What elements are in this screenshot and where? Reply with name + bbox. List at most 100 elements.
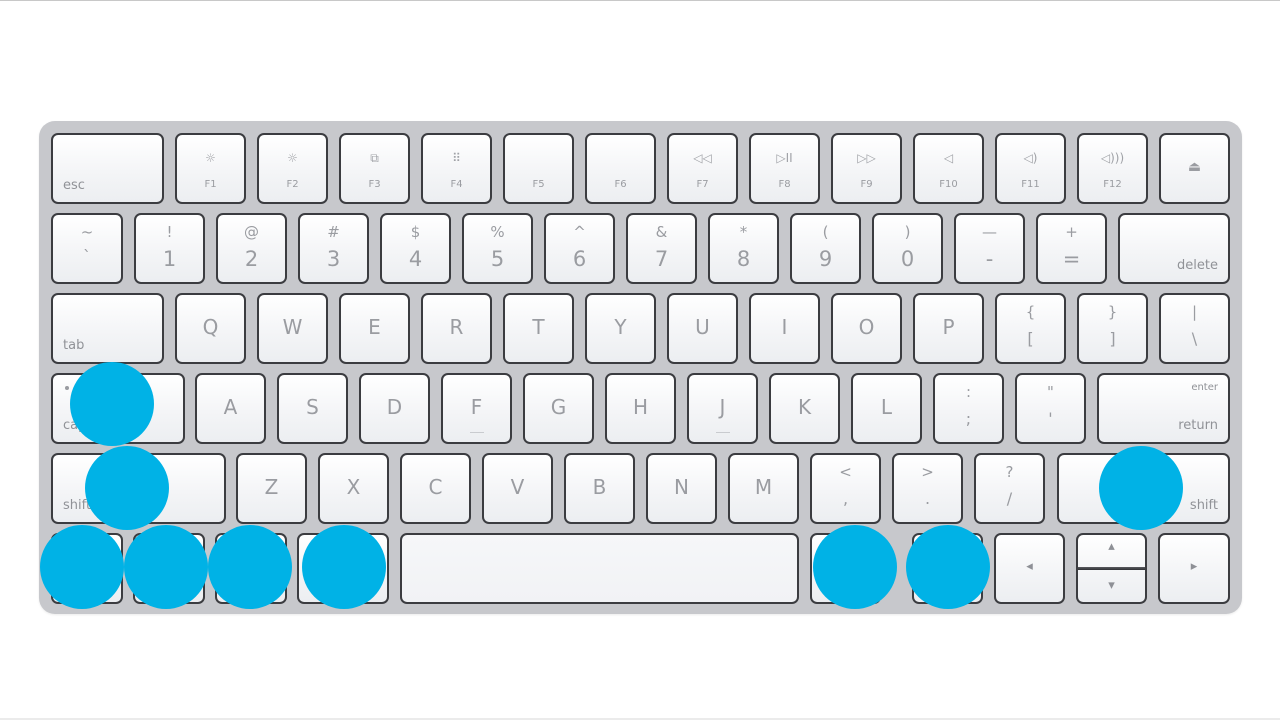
key-f6[interactable]: F6	[585, 133, 656, 204]
key-upper-label: #	[327, 223, 340, 241]
key-label: W	[282, 315, 303, 339]
key-label: Z	[264, 475, 279, 499]
key-a[interactable]: A	[195, 373, 266, 444]
key-v[interactable]: V	[482, 453, 553, 524]
key-d[interactable]: D	[359, 373, 430, 444]
key-quote[interactable]: " '	[1015, 373, 1086, 444]
key-label: return	[1178, 418, 1218, 433]
key-4[interactable]: $4	[380, 213, 451, 284]
key-label: K	[797, 395, 812, 419]
key-=[interactable]: + =	[1036, 213, 1107, 284]
key-6[interactable]: ^ 6	[544, 213, 615, 284]
key-f9[interactable]: ▷▷ F9	[831, 133, 902, 204]
key-semicolon[interactable]: : ;	[933, 373, 1004, 444]
key-8[interactable]: * 8	[708, 213, 779, 284]
key-lower-label: 2	[244, 247, 259, 271]
key-f12[interactable]: ◁))) F12	[1077, 133, 1148, 204]
key-f10[interactable]: ◁ F10	[913, 133, 984, 204]
key-eject[interactable]: ⏏	[1159, 133, 1230, 204]
key-label: O	[858, 315, 875, 339]
key-comma[interactable]: <,	[810, 453, 881, 524]
key-return[interactable]: enter return	[1097, 373, 1230, 444]
key-upper-label: }	[1107, 303, 1118, 321]
key-3[interactable]: #3	[298, 213, 369, 284]
key-f[interactable]: F	[441, 373, 512, 444]
key-arrow-right[interactable]: ▸	[1158, 533, 1230, 604]
key-lower-label: '	[1048, 409, 1053, 428]
key-9[interactable]: (9	[790, 213, 861, 284]
key-b[interactable]: B	[564, 453, 635, 524]
key-f8[interactable]: ▷II F8	[749, 133, 820, 204]
key-0[interactable]: ) 0	[872, 213, 943, 284]
key-r[interactable]: R	[421, 293, 492, 364]
key-f2[interactable]: ☼ F2	[257, 133, 328, 204]
key--[interactable]: — -	[954, 213, 1025, 284]
key-2[interactable]: @2	[216, 213, 287, 284]
key-k[interactable]: K	[769, 373, 840, 444]
key-label: F2	[286, 179, 299, 190]
key-i[interactable]: I	[749, 293, 820, 364]
key-1[interactable]: ! 1	[134, 213, 205, 284]
key-backslash[interactable]: | \	[1159, 293, 1230, 364]
play-pause-icon: ▷II	[776, 151, 793, 165]
key-label: S	[306, 395, 319, 419]
key-lower-label: 3	[326, 247, 341, 271]
key-arrow-up-down: ▴ ▾	[1076, 533, 1147, 604]
highlight-marker-command-left	[302, 525, 386, 609]
key-n[interactable]: N	[646, 453, 717, 524]
key-5[interactable]: % 5	[462, 213, 533, 284]
key-f11[interactable]: ◁) F11	[995, 133, 1066, 204]
key-s[interactable]: S	[277, 373, 348, 444]
key-label: F7	[696, 179, 709, 190]
key-f7[interactable]: ◁◁ F7	[667, 133, 738, 204]
key-lower-label: ,	[842, 489, 849, 508]
fast-forward-icon: ▷▷	[857, 151, 876, 165]
key-l[interactable]: L	[851, 373, 922, 444]
key-lower-label: `	[83, 247, 91, 266]
key-enter-label: enter	[1191, 382, 1218, 393]
key-upper-label: $	[410, 223, 421, 241]
key-label: F10	[939, 179, 958, 190]
key-p[interactable]: P	[913, 293, 984, 364]
key-open-bracket[interactable]: { [	[995, 293, 1066, 364]
key-lower-label: 7	[654, 247, 669, 271]
key-z[interactable]: Z	[236, 453, 307, 524]
key-f1[interactable]: ☼ F1	[175, 133, 246, 204]
key-delete[interactable]: delete	[1118, 213, 1230, 284]
key-space[interactable]	[400, 533, 799, 604]
key-upper-label: :	[965, 383, 972, 401]
key-m[interactable]: M	[728, 453, 799, 524]
arrow-down-icon[interactable]: ▾	[1078, 578, 1145, 593]
key-upper-label: ^	[573, 223, 586, 241]
key-j[interactable]: J	[687, 373, 758, 444]
highlight-marker-shift-left	[85, 446, 169, 530]
key-w[interactable]: W	[257, 293, 328, 364]
key-label: F11	[1021, 179, 1040, 190]
key-q[interactable]: Q	[175, 293, 246, 364]
key-c[interactable]: C	[400, 453, 471, 524]
key-g[interactable]: G	[523, 373, 594, 444]
key-t[interactable]: T	[503, 293, 574, 364]
key-7[interactable]: & 7	[626, 213, 697, 284]
key-close-bracket[interactable]: } ]	[1077, 293, 1148, 364]
key-o[interactable]: O	[831, 293, 902, 364]
key-slash[interactable]: ? /	[974, 453, 1045, 524]
key-f3[interactable]: ⧉ F3	[339, 133, 410, 204]
key-x[interactable]: X	[318, 453, 389, 524]
arrow-up-icon[interactable]: ▴	[1078, 539, 1145, 554]
key-f4[interactable]: ⠿ F4	[421, 133, 492, 204]
key-esc[interactable]: esc	[51, 133, 164, 204]
key-arrow-left[interactable]: ◂	[994, 533, 1065, 604]
key-y[interactable]: Y	[585, 293, 656, 364]
key-label: V	[510, 475, 525, 499]
key-tilde[interactable]: ~ `	[51, 213, 123, 284]
key-period[interactable]: >.	[892, 453, 963, 524]
key-e[interactable]: E	[339, 293, 410, 364]
key-u[interactable]: U	[667, 293, 738, 364]
key-upper-label: {	[1025, 303, 1036, 321]
key-f5[interactable]: F5	[503, 133, 574, 204]
key-tab[interactable]: tab	[51, 293, 164, 364]
key-upper-label: @	[244, 223, 259, 241]
key-h[interactable]: H	[605, 373, 676, 444]
key-label: Q	[202, 315, 219, 339]
